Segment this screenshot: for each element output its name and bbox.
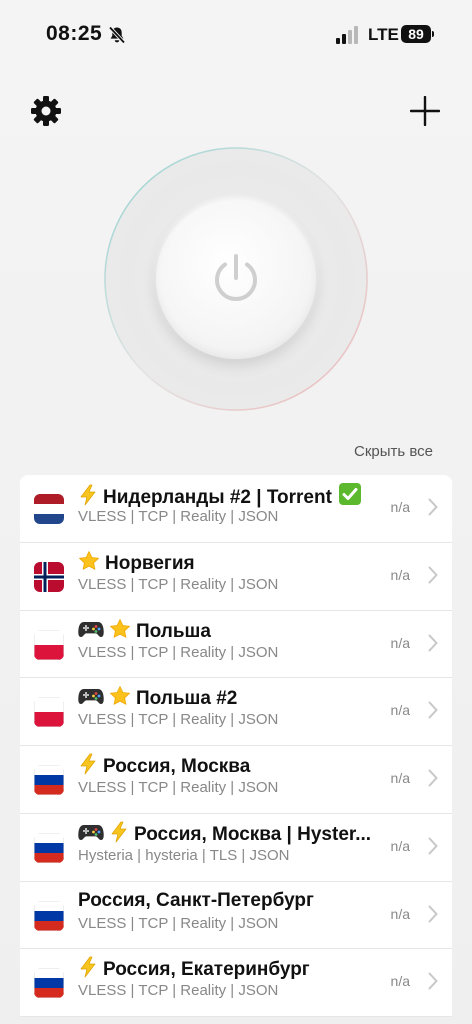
server-protocol: VLESS | TCP | Reality | JSON xyxy=(78,643,279,661)
flag-ru-icon xyxy=(34,900,64,931)
app-screen: 08:25 LTE 89 Скрыть все Нидерланды #2 | … xyxy=(0,0,472,1024)
lightning-icon xyxy=(80,484,96,506)
server-protocol: Hysteria | hysteria | TLS | JSON xyxy=(78,846,290,864)
flag-pl-icon xyxy=(34,629,64,660)
server-name-text: Польша xyxy=(136,620,211,642)
server-ping: n/a xyxy=(390,770,410,786)
server-list: Нидерланды #2 | Torrent VLESS | TCP | Rea… xyxy=(20,475,452,1017)
server-name: Нидерланды #2 | Torrent xyxy=(78,482,388,510)
server-name-text: Норвегия xyxy=(105,552,195,574)
server-name: Россия, Москва xyxy=(78,753,388,779)
flag-no-icon xyxy=(34,561,64,592)
star-icon xyxy=(110,686,130,705)
server-row[interactable]: Россия, Санкт-Петербург VLESS | TCP | Rea… xyxy=(20,882,452,950)
server-row[interactable]: Польша #2 VLESS | TCP | Reality | JSON n/a xyxy=(20,678,452,746)
server-row[interactable]: Россия, Екатеринбург VLESS | TCP | Realit… xyxy=(20,949,452,1017)
server-name: Россия, Екатеринбург xyxy=(78,956,388,982)
power-button[interactable] xyxy=(156,199,316,359)
star-icon xyxy=(110,618,130,638)
server-row[interactable]: Россия, Москва VLESS | TCP | Reality | JS… xyxy=(20,746,452,814)
chevron-right-icon xyxy=(428,701,438,719)
server-protocol: VLESS | TCP | Reality | JSON xyxy=(78,982,279,1000)
chevron-right-icon xyxy=(428,498,438,516)
flag-nl-icon xyxy=(34,494,64,524)
chevron-right-icon xyxy=(428,566,438,584)
server-row[interactable]: Польша VLESS | TCP | Reality | JSON n/a xyxy=(20,611,452,679)
battery-level: 89 xyxy=(408,26,424,42)
server-name-text: Россия, Москва xyxy=(103,756,251,777)
server-ping: n/a xyxy=(390,702,410,719)
server-name: Польша xyxy=(78,618,388,644)
gamepad-icon xyxy=(78,621,104,637)
server-protocol: VLESS | TCP | Reality | JSON xyxy=(78,575,279,593)
power-icon xyxy=(215,254,257,301)
gamepad-icon xyxy=(78,689,104,705)
status-bar: 08:25 LTE 89 xyxy=(0,0,472,70)
star-icon xyxy=(79,550,99,570)
server-name: Норвегия xyxy=(78,550,388,576)
server-ping: n/a xyxy=(390,973,410,990)
server-name-text: Россия, Екатеринбург xyxy=(103,959,310,981)
gear-icon[interactable] xyxy=(30,95,62,127)
hide-all-button[interactable]: Скрыть все xyxy=(354,443,433,460)
flag-ru-icon xyxy=(34,968,64,999)
server-name-text: Польша #2 xyxy=(136,688,238,710)
server-protocol: VLESS | TCP | Reality | JSON xyxy=(78,914,279,932)
server-name-text: Россия, Санкт-Петербург xyxy=(78,889,314,911)
server-name-text: Россия, Москва | Hyster... xyxy=(134,823,372,845)
chevron-right-icon xyxy=(428,769,438,787)
server-protocol: VLESS | TCP | Reality | JSON xyxy=(78,779,279,796)
server-row[interactable]: Россия, Москва | Hyster... Hysteria | hys… xyxy=(20,814,452,882)
cellular-signal-icon xyxy=(336,26,360,44)
server-name: Россия, Санкт-Петербург xyxy=(78,889,388,913)
check-mark-icon xyxy=(338,483,361,505)
server-row[interactable]: Норвегия VLESS | TCP | Reality | JSON n/a xyxy=(20,543,452,611)
server-ping: n/a xyxy=(390,566,410,583)
server-name: Россия, Москва | Hyster... xyxy=(78,821,388,847)
server-ping: n/a xyxy=(390,837,410,854)
server-ping: n/a xyxy=(390,499,410,515)
chevron-right-icon xyxy=(428,634,438,651)
server-protocol: VLESS | TCP | Reality | JSON xyxy=(78,711,279,729)
plus-icon[interactable] xyxy=(410,96,440,126)
chevron-right-icon xyxy=(428,972,438,990)
server-protocol: VLESS | TCP | Reality | JSON xyxy=(78,508,279,525)
server-name: Польша #2 xyxy=(78,685,388,711)
server-row[interactable]: Нидерланды #2 | Torrent VLESS | TCP | Rea… xyxy=(20,475,452,543)
chevron-right-icon xyxy=(428,905,438,922)
flag-pl-icon xyxy=(34,697,64,728)
lightning-icon xyxy=(80,753,96,775)
lightning-icon xyxy=(111,821,127,843)
gamepad-icon xyxy=(78,824,104,840)
lightning-icon xyxy=(80,956,96,978)
bell-muted-icon xyxy=(108,26,126,44)
server-ping: n/a xyxy=(390,634,410,651)
server-ping: n/a xyxy=(390,905,410,922)
chevron-right-icon xyxy=(428,837,438,855)
status-time: 08:25 xyxy=(46,22,103,45)
flag-ru-icon xyxy=(34,765,64,795)
flag-ru-icon xyxy=(34,832,64,863)
server-name-text: Нидерланды #2 | Torrent xyxy=(103,487,332,508)
network-type: LTE xyxy=(368,25,399,44)
battery-icon: 89 xyxy=(401,25,434,43)
